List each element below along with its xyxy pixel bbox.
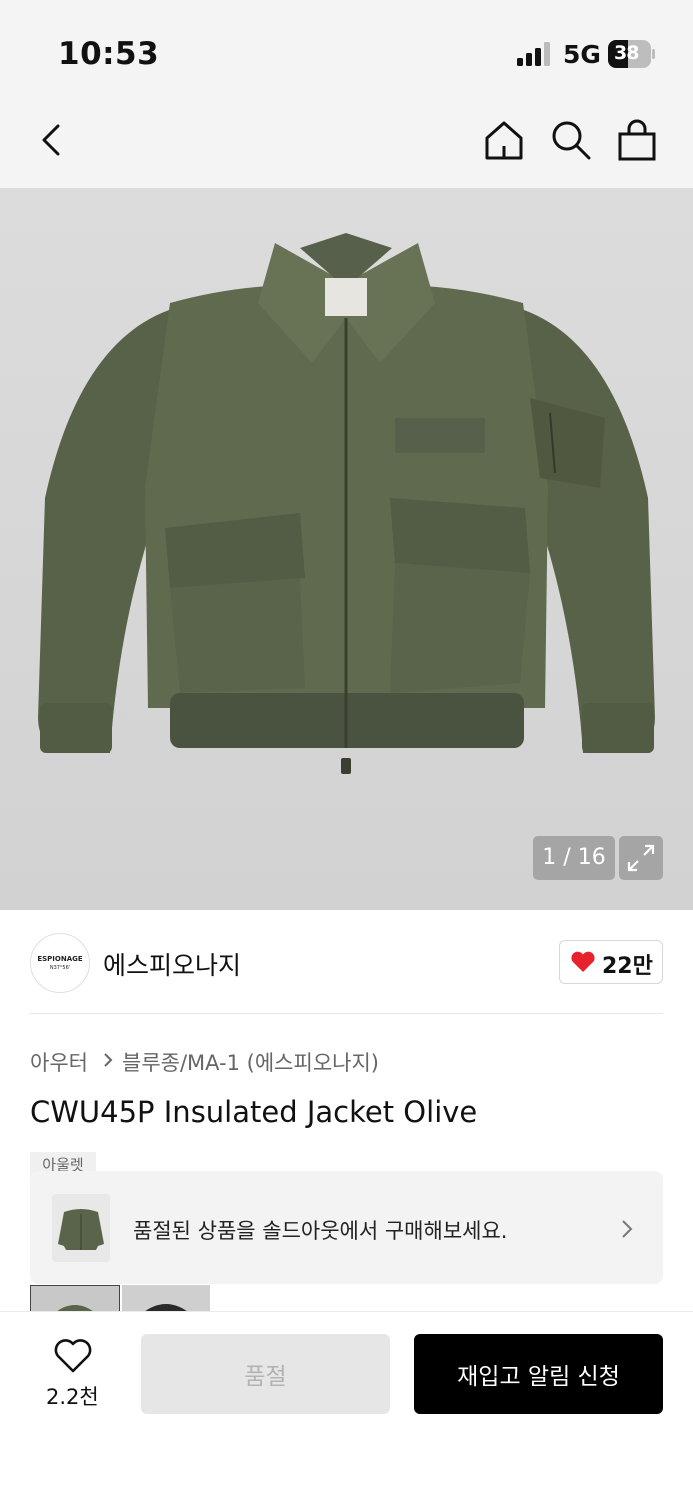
breadcrumb-category[interactable]: 아우터 <box>30 1047 88 1077</box>
divider <box>30 1013 663 1014</box>
expand-icon <box>627 844 655 872</box>
product-title: CWU45P Insulated Jacket Olive <box>30 1095 478 1129</box>
wish-count: 2.2천 <box>46 1385 99 1409</box>
product-image <box>38 233 655 774</box>
shopping-bag-icon[interactable] <box>615 118 659 162</box>
soldout-button[interactable]: 품절 <box>141 1334 390 1414</box>
brand-logo-text: ESPIONAGE <box>37 955 83 963</box>
battery-level: 38 <box>614 42 639 64</box>
cellular-signal-icon <box>517 42 550 66</box>
image-counter: 1 / 16 <box>533 836 615 880</box>
expand-button[interactable] <box>619 836 663 880</box>
banner-thumbnail <box>52 1194 110 1262</box>
chevron-right-icon <box>104 1053 113 1067</box>
product-image-gallery[interactable] <box>0 188 693 910</box>
brand-logo-subtext: N37°56' <box>49 965 71 971</box>
brand-logo[interactable]: ESPIONAGE N37°56' <box>30 933 90 993</box>
jacket-thumbnail-image <box>58 1209 104 1250</box>
heart-filled-icon <box>571 951 595 972</box>
network-type: 5G <box>563 40 601 69</box>
chevron-right-icon <box>622 1220 633 1238</box>
restock-alert-button[interactable]: 재입고 알림 신청 <box>414 1334 663 1414</box>
back-icon[interactable] <box>30 118 74 162</box>
breadcrumb-subcategory[interactable]: 블루종/MA-1 (에스피오나지) <box>122 1047 379 1077</box>
brand-like-count: 22만 <box>602 954 653 979</box>
status-time: 10:53 <box>58 36 160 72</box>
home-icon[interactable] <box>482 118 526 162</box>
heart-outline-icon[interactable] <box>54 1338 92 1374</box>
soldout-banner-text: 품절된 상품을 솔드아웃에서 구매해보세요. <box>133 1219 508 1243</box>
search-icon[interactable] <box>549 118 593 162</box>
brand-name[interactable]: 에스피오나지 <box>103 946 241 982</box>
